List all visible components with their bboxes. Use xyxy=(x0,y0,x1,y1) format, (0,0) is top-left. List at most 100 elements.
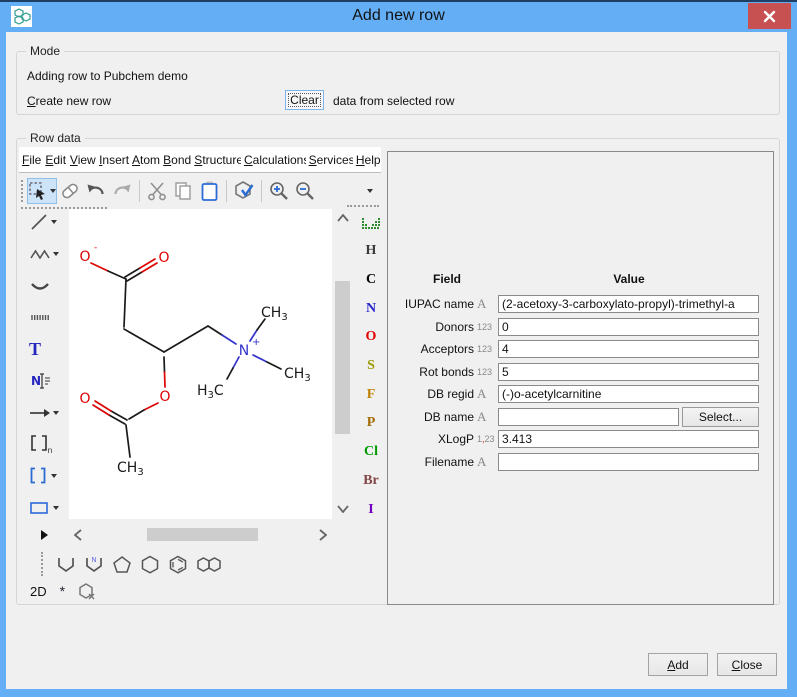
structure-canvas[interactable]: O - O O O N + CH3 CH3 H3C CH3 xyxy=(69,209,332,519)
eraser-icon xyxy=(59,180,81,202)
template-benzene[interactable] xyxy=(168,555,188,574)
select-db-button[interactable]: Select... xyxy=(682,407,759,427)
toolbar-drag-handle[interactable] xyxy=(21,180,24,202)
multiline-tool[interactable] xyxy=(21,304,69,330)
canvas-horizontal-scrollbar[interactable] xyxy=(69,527,332,543)
xlogp-input[interactable] xyxy=(498,430,759,448)
redo-button[interactable] xyxy=(109,178,135,204)
scroll-up-icon[interactable] xyxy=(336,211,350,225)
menu-view[interactable]: View xyxy=(67,153,96,167)
db-name-input[interactable] xyxy=(498,408,679,426)
paste-button[interactable] xyxy=(196,178,222,204)
bond-tool-dropdown-icon[interactable] xyxy=(51,220,57,224)
element-I[interactable]: I xyxy=(368,495,373,524)
template-pyrrole[interactable]: N xyxy=(84,555,104,574)
horizontal-scroll-thumb[interactable] xyxy=(147,528,258,541)
element-H[interactable]: H xyxy=(366,237,377,266)
paste-icon xyxy=(198,180,220,202)
selection-tool-button[interactable] xyxy=(27,178,57,204)
template-expand-icon[interactable] xyxy=(41,530,48,540)
atom-O-ester: O xyxy=(159,389,170,405)
element-N[interactable]: N xyxy=(366,294,376,323)
db-regid-input[interactable] xyxy=(498,385,759,403)
periodic-table-icon[interactable] xyxy=(362,211,380,237)
element-O[interactable]: O xyxy=(366,323,377,352)
iupac-name-input[interactable] xyxy=(498,295,759,313)
arc-tool[interactable] xyxy=(21,273,69,299)
clear-button[interactable]: Clear xyxy=(285,90,324,110)
template-naphthalene[interactable] xyxy=(196,555,224,574)
clear-structure-icon[interactable] xyxy=(78,582,96,601)
field-label: Donors xyxy=(388,318,474,336)
redo-icon xyxy=(111,180,133,202)
arrow-tool-dropdown-icon[interactable] xyxy=(53,411,59,415)
canvas-vertical-scrollbar[interactable] xyxy=(334,209,352,519)
template-cyclopentane[interactable] xyxy=(112,555,132,574)
rot-bonds-input[interactable] xyxy=(498,363,759,381)
rectangle-select-tool[interactable] xyxy=(21,495,69,521)
acceptors-input[interactable] xyxy=(498,340,759,358)
undo-button[interactable] xyxy=(83,178,109,204)
menu-services[interactable]: Services xyxy=(306,153,353,167)
structure-check-icon xyxy=(232,179,256,203)
close-dialog-button[interactable]: Close xyxy=(717,653,777,676)
zoom-out-button[interactable] xyxy=(292,178,318,204)
zoom-in-button[interactable] xyxy=(266,178,292,204)
text-tool-glyph: T xyxy=(29,339,41,359)
mode-group: Mode Adding row to Pubchem demo Create n… xyxy=(16,51,780,115)
toolbar-overflow-icon[interactable] xyxy=(367,189,373,193)
dimension-indicator[interactable]: 2D xyxy=(30,584,47,599)
rect-tool-dropdown-icon[interactable] xyxy=(53,506,59,510)
editor-status-bar: 2D * xyxy=(30,581,96,601)
vertical-scroll-thumb[interactable] xyxy=(335,281,350,434)
text-tool[interactable]: T xyxy=(21,336,69,362)
template-cyclohexane[interactable] xyxy=(140,555,160,574)
field-label: IUPAC name xyxy=(388,295,474,313)
template-cyclopentadiene[interactable] xyxy=(56,555,76,574)
menu-insert[interactable]: Insert xyxy=(96,153,129,167)
charge-plus: + xyxy=(252,337,260,348)
menu-edit[interactable]: Edit xyxy=(42,153,67,167)
titlebar[interactable]: Add new row xyxy=(0,2,797,32)
copy-button[interactable] xyxy=(170,178,196,204)
menu-structure[interactable]: Structure xyxy=(191,153,241,167)
scroll-right-icon[interactable] xyxy=(316,528,330,542)
menu-calculations[interactable]: Calculations xyxy=(241,153,306,167)
menu-file[interactable]: File xyxy=(19,153,42,167)
element-Br[interactable]: Br xyxy=(363,467,379,496)
element-S[interactable]: S xyxy=(367,352,375,381)
arrow-tool[interactable] xyxy=(21,400,69,426)
chain-tool-dropdown-icon[interactable] xyxy=(53,252,59,256)
field-column-header: Field xyxy=(396,272,498,286)
bond-tool[interactable] xyxy=(21,209,69,235)
bracket-tool-dropdown-icon[interactable] xyxy=(51,474,57,478)
selection-tool-dropdown-icon[interactable] xyxy=(50,189,56,193)
close-button[interactable] xyxy=(748,3,791,29)
filename-input[interactable] xyxy=(498,453,759,471)
menu-bond[interactable]: Bond xyxy=(160,153,191,167)
chain-tool[interactable] xyxy=(21,241,69,267)
add-new-row-dialog: Add new row Mode Adding row to Pubchem d… xyxy=(0,0,797,697)
close-button-label: Close xyxy=(732,658,763,672)
group-bracket-tool[interactable] xyxy=(21,463,69,489)
donors-input[interactable] xyxy=(498,318,759,336)
menu-help[interactable]: Help xyxy=(353,153,381,167)
eraser-button[interactable] xyxy=(57,178,83,204)
element-Cl[interactable]: Cl xyxy=(364,438,378,467)
scroll-down-icon[interactable] xyxy=(336,502,350,516)
element-C[interactable]: C xyxy=(366,266,376,295)
element-palette-drag-handle[interactable] xyxy=(347,205,379,207)
repeat-group-tool[interactable]: n xyxy=(21,431,69,457)
element-P[interactable]: P xyxy=(367,409,376,438)
template-bar-drag-handle[interactable] xyxy=(41,552,44,576)
field-row-db-regid: DB regid A xyxy=(388,385,773,403)
cut-button[interactable] xyxy=(144,178,170,204)
field-label: DB regid xyxy=(388,385,474,403)
element-F[interactable]: F xyxy=(367,380,376,409)
check-structure-button[interactable] xyxy=(231,178,257,204)
scroll-left-icon[interactable] xyxy=(71,528,85,542)
add-button[interactable]: Add xyxy=(648,653,708,676)
field-label: Acceptors xyxy=(388,340,474,358)
menu-atom[interactable]: Atom xyxy=(129,153,160,167)
atom-label-tool[interactable]: N xyxy=(21,368,69,394)
